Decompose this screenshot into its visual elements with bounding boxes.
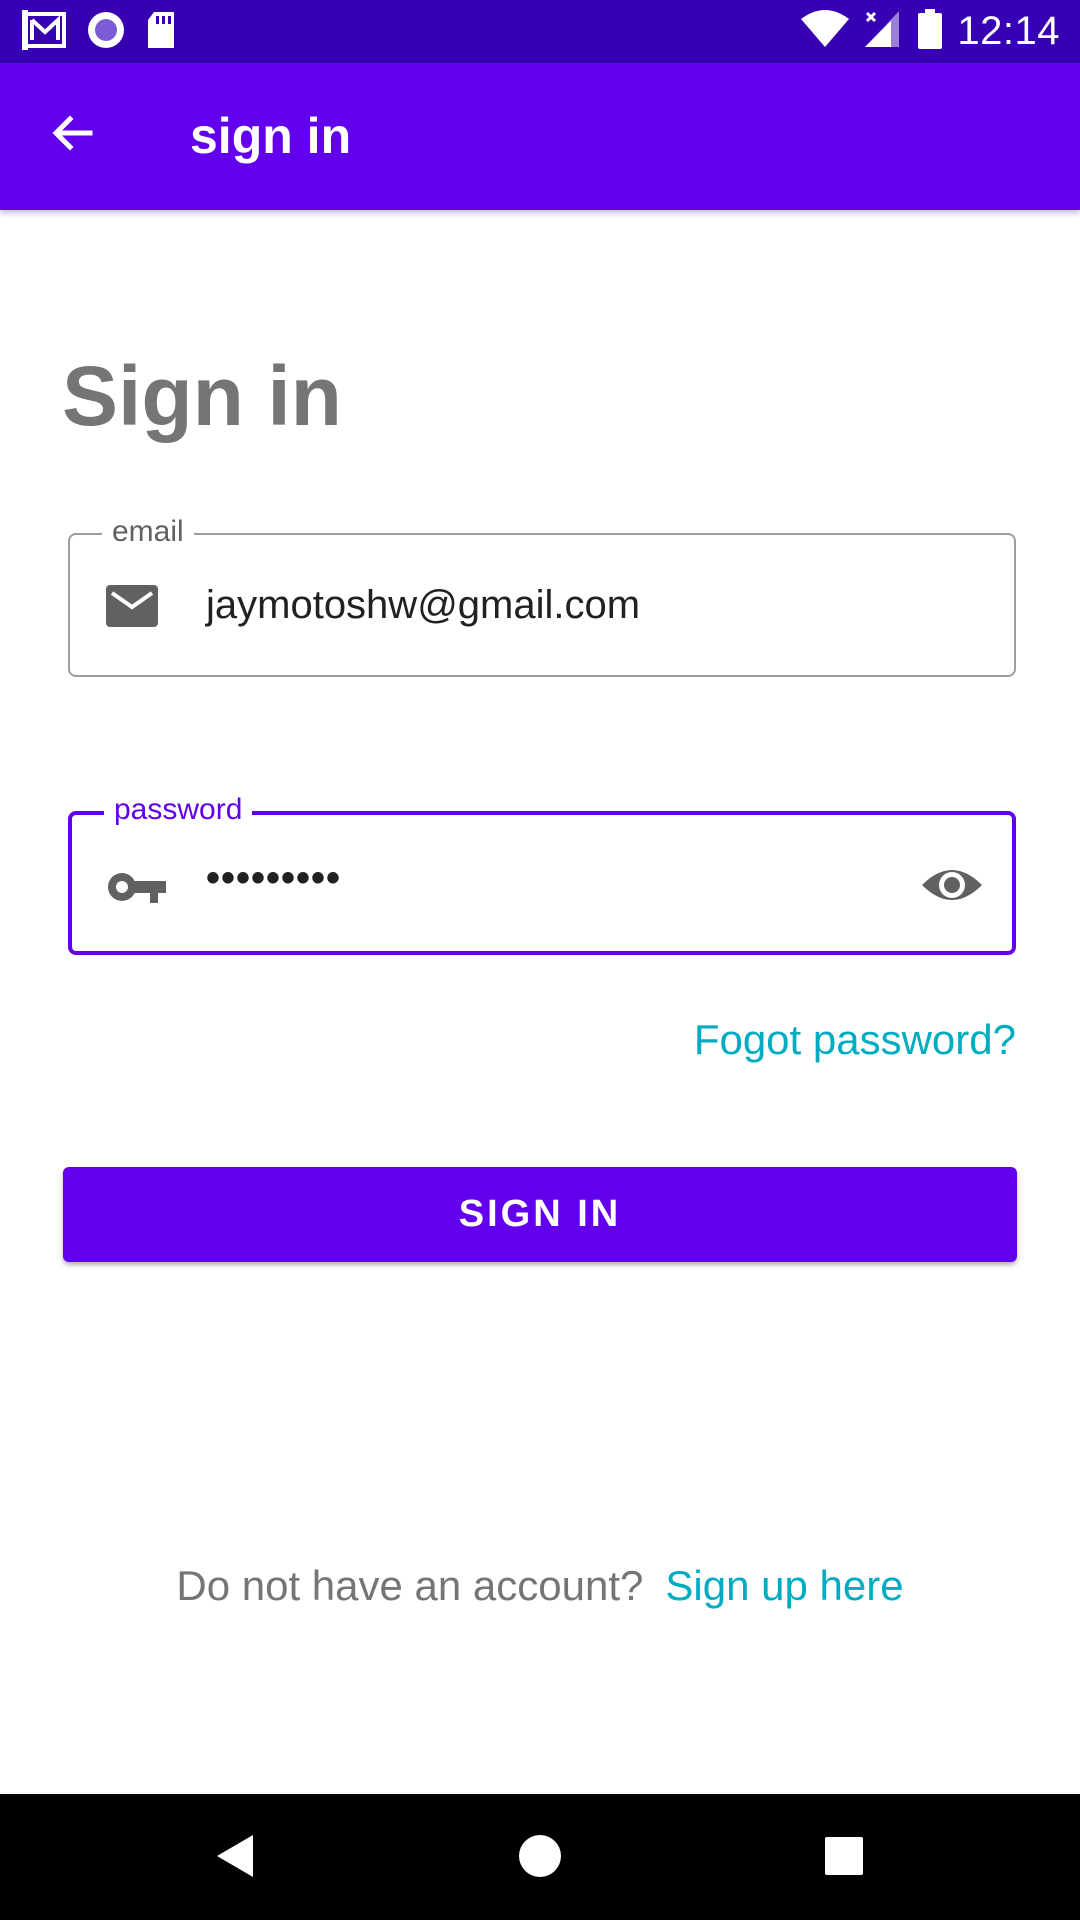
app-bar-title: sign in [190, 108, 352, 164]
password-field[interactable]: password ••••••••• [68, 793, 1016, 955]
forgot-password-link[interactable]: Fogot password? [694, 1016, 1016, 1064]
nav-home-icon [517, 1833, 563, 1884]
nav-recents-button[interactable] [812, 1826, 876, 1890]
mail-icon [104, 579, 160, 635]
password-field-label: password [104, 793, 253, 827]
signup-prompt: Do not have an account? [176, 1562, 644, 1609]
password-input[interactable]: ••••••••• [206, 853, 341, 903]
back-button[interactable] [40, 103, 104, 167]
arrow-back-icon [48, 109, 96, 162]
sign-in-button[interactable]: SIGN IN [63, 1167, 1017, 1262]
status-notification-icons [22, 9, 178, 55]
email-field-label: email [102, 515, 194, 549]
email-input[interactable]: jaymotoshw@gmail.com [206, 580, 640, 630]
sd-card-icon [144, 10, 178, 55]
eye-icon[interactable] [920, 853, 984, 917]
page-title: Sign in [62, 349, 342, 443]
sign-up-link[interactable]: Sign up here [665, 1562, 903, 1610]
nav-home-button[interactable] [508, 1826, 572, 1890]
email-field[interactable]: email jaymotoshw@gmail.com [68, 515, 1016, 677]
signal-icon [863, 9, 903, 54]
signup-row: Do not have an account? Sign up here [0, 1562, 1080, 1610]
wifi-icon [801, 9, 850, 54]
status-bar: 12:14 [0, 0, 1080, 63]
battery-icon [917, 8, 943, 54]
status-system-icons: 12:14 [801, 8, 1060, 54]
navigation-bar [0, 1794, 1080, 1920]
gmail-icon [22, 9, 68, 55]
nav-back-icon [213, 1831, 259, 1886]
key-icon [106, 859, 166, 915]
app-bar: sign in [0, 63, 1080, 210]
nav-recents-icon [823, 1835, 865, 1882]
nav-back-button[interactable] [204, 1826, 268, 1890]
status-time: 12:14 [957, 8, 1060, 53]
record-icon [86, 10, 126, 55]
